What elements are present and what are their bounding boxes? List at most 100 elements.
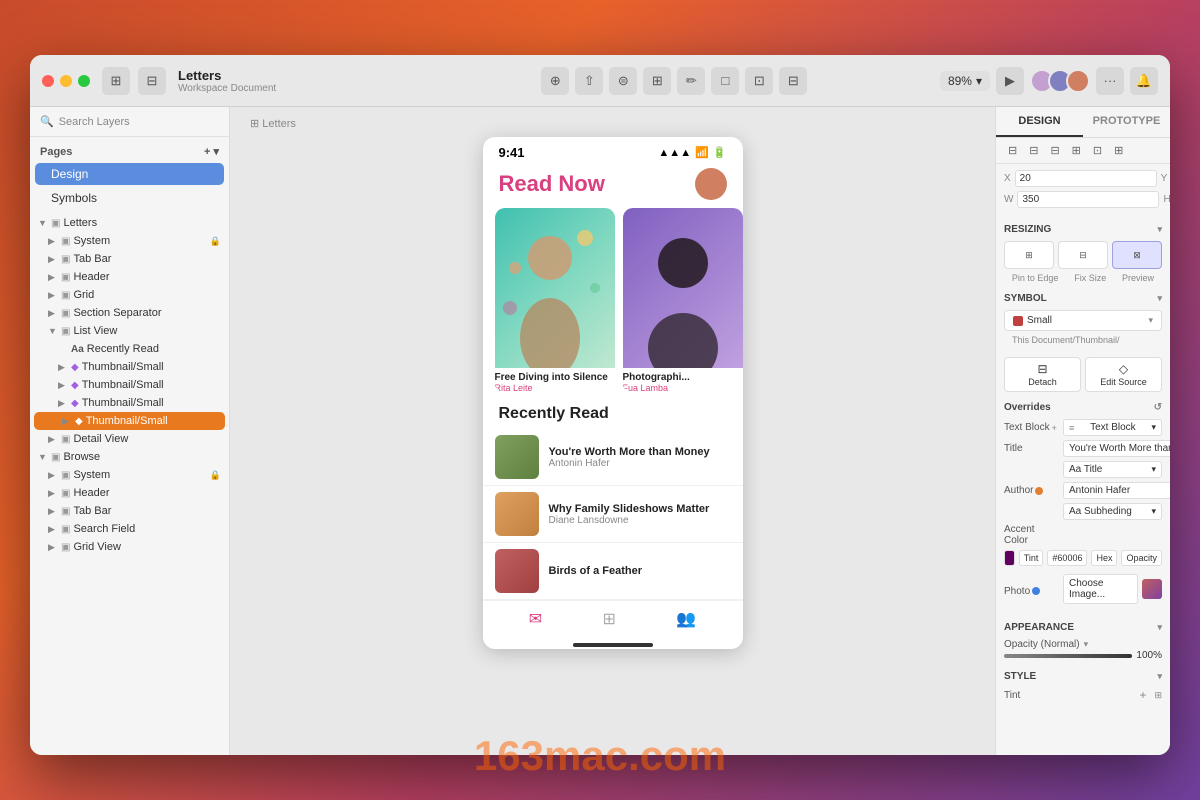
title-style-select[interactable]: Aa Title ▾ [1063,461,1162,478]
layer-browse-system[interactable]: ▶ ▣ System 🔒 [30,466,229,484]
layer-thumbnail-2[interactable]: ▶ ◆ Thumbnail/Small [30,376,229,394]
pin-to-edge-btn[interactable]: ⊞ [1004,241,1054,269]
layers-sidebar: 🔍 Search Layers Pages + ▾ Design Symbols… [30,107,230,755]
profile-avatar[interactable] [695,168,727,200]
page-symbols[interactable]: Symbols [35,187,224,209]
text-block-select[interactable]: ≡ Text Block ▾ [1063,419,1162,436]
symbol-dropdown[interactable]: Small ▾ [1004,310,1162,331]
layer-thumbnail-4[interactable]: ▶ ◆ Thumbnail/Small [34,412,225,430]
reset-overrides-icon[interactable]: ↺ [1154,402,1162,413]
search-layers[interactable]: 🔍 Search Layers [30,107,229,137]
frame-icon[interactable]: ⊞ [643,67,671,95]
zoom-control[interactable]: 89% ▾ [940,71,990,91]
layer-list-view[interactable]: ▼ ▣ List View [30,322,229,340]
layer-browse-search[interactable]: ▶ ▣ Search Field [30,520,229,538]
layer-recently-read[interactable]: Aa Recently Read [30,340,229,358]
insert-icon[interactable]: ⊕ [541,67,569,95]
opacity-slider[interactable] [1004,654,1132,658]
close-button[interactable] [42,75,54,87]
layer-section-sep[interactable]: ▶ ▣ Section Separator [30,304,229,322]
tab-prototype[interactable]: PROTOTYPE [1083,107,1170,137]
layer-browse[interactable]: ▼ ▣ Browse [30,448,229,466]
detach-button[interactable]: ⊟ Detach [1004,357,1081,392]
grid-view-icon[interactable]: ⊟ [138,67,166,95]
add-tint-button[interactable]: + [1139,688,1146,702]
choose-image-button[interactable]: Choose Image... [1063,574,1138,604]
layer-browse-grid[interactable]: ▶ ▣ Grid View [30,538,229,556]
canvas-frame-label: Letters [262,118,296,130]
layer-label: Thumbnail/Small [82,397,164,409]
x-input[interactable] [1015,170,1157,187]
book-title-1: Free Diving into Silence [495,372,615,383]
book-card-2[interactable]: Photographi... Fua Lamba [623,208,743,393]
layer-thumbnail-1[interactable]: ▶ ◆ Thumbnail/Small [30,358,229,376]
fix-size-btn[interactable]: ⊟ [1058,241,1108,269]
minimize-button[interactable] [60,75,72,87]
folder-icon: ▣ [51,218,60,229]
layer-detail-view[interactable]: ▶ ▣ Detail View [30,430,229,448]
appearance-label: APPEARANCE [1004,622,1074,633]
more-icon[interactable]: ⊞ [1110,142,1127,159]
chevron-down-icon: ▼ [48,326,58,336]
notifications-icon[interactable]: 🔔 [1130,67,1158,95]
layer-thumbnail-3[interactable]: ▶ ◆ Thumbnail/Small [30,394,229,412]
fullscreen-button[interactable] [78,75,90,87]
preview-btn[interactable]: ⊠ [1112,241,1162,269]
pen-icon[interactable]: ✏ [677,67,705,95]
accent-color-fields: Tint #60006 Hex Opacity [1004,550,1162,570]
list-item-3[interactable]: Birds of a Feather [483,543,743,600]
layer-grid[interactable]: ▶ ▣ Grid [30,286,229,304]
more-options-icon[interactable]: ··· [1096,67,1124,95]
edit-source-button[interactable]: ◇ Edit Source [1085,357,1162,392]
upload-icon[interactable]: ⇧ [575,67,603,95]
tab-grid-icon[interactable]: ⊞ [603,609,616,629]
distribute-icon[interactable]: ⊞ [1068,142,1085,159]
folder-icon: ▣ [61,272,70,283]
opacity-chevron-icon[interactable]: ▾ [1084,639,1089,650]
pages-label: Pages [40,146,72,158]
book-author-1: Rita Leite [495,383,615,393]
book-card-1[interactable]: Free Diving into Silence Rita Leite [495,208,615,393]
list-item-2[interactable]: Why Family Slideshows Matter Diane Lansd… [483,486,743,543]
chevron-right-icon: ▶ [48,290,58,301]
tab-people-icon[interactable]: 👥 [676,609,696,629]
arrange-icon[interactable]: ⊟ [779,67,807,95]
shape-icon[interactable]: □ [711,67,739,95]
accent-color-row: Accent Color [1004,524,1162,546]
align-center-icon[interactable]: ⊟ [1025,142,1042,159]
accent-swatch[interactable] [1004,550,1015,566]
layer-letters[interactable]: ▼ ▣ Letters [30,214,229,232]
status-time: 9:41 [499,145,525,160]
hex-field[interactable]: #60006 [1047,550,1087,566]
filter-icon[interactable]: ⊜ [609,67,637,95]
spacing-icon[interactable]: ⊡ [1089,142,1106,159]
copy-icon[interactable]: ⊡ [745,67,773,95]
layer-system[interactable]: ▶ ▣ System 🔒 [30,232,229,250]
layer-header[interactable]: ▶ ▣ Header [30,268,229,286]
tab-design[interactable]: DESIGN [996,107,1083,137]
title-input[interactable] [1063,440,1170,457]
layer-browse-tabbar[interactable]: ▶ ▣ Tab Bar [30,502,229,520]
w-input[interactable] [1017,191,1159,208]
tint-more-icon[interactable]: ⊞ [1154,690,1162,701]
align-right-icon[interactable]: ⊟ [1046,142,1063,159]
toolbar-right: 89% ▾ ▶ ··· 🔔 [940,67,1158,95]
opacity-field[interactable]: Hex [1091,550,1117,566]
author-style-select[interactable]: Aa Subheding ▾ [1063,503,1162,520]
author-input[interactable] [1063,482,1170,499]
list-item-1[interactable]: You're Worth More than Money Antonin Haf… [483,429,743,486]
sidebar-toggle-icon[interactable]: ⊞ [102,67,130,95]
add-page-icon[interactable]: + ▾ [204,145,219,158]
layer-label: System [73,469,110,481]
read-now-title: Read Now [499,171,605,197]
chevron-right-icon: ▶ [48,434,58,445]
layer-browse-header[interactable]: ▶ ▣ Header [30,484,229,502]
page-design[interactable]: Design [35,163,224,185]
layer-tab-bar[interactable]: ▶ ▣ Tab Bar [30,250,229,268]
opacity-value-field[interactable]: Opacity [1121,550,1162,566]
document-title: Letters [178,68,276,83]
play-button[interactable]: ▶ [996,67,1024,95]
tab-envelope-icon[interactable]: ✉ [529,609,542,629]
align-left-icon[interactable]: ⊟ [1004,142,1021,159]
text-block-plus-icon[interactable]: + [1052,423,1057,433]
